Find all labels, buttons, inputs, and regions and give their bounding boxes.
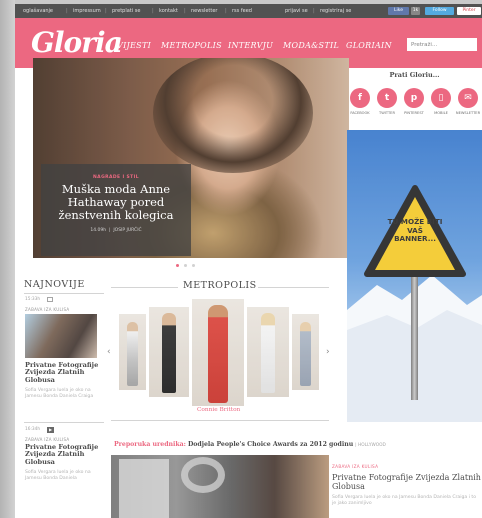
- hero-meta: 14.09h | JOSIP JURČIĆ: [90, 228, 142, 233]
- slider-dot[interactable]: [184, 264, 187, 267]
- topbar-separator: |: [152, 8, 154, 14]
- newsletter-label: NEWSLETTER: [455, 111, 481, 115]
- browser-page: oglašavanje | impressum | pretplati se |…: [15, 4, 482, 518]
- top-utility-bar: oglašavanje | impressum | pretplati se |…: [15, 4, 482, 18]
- banner-text: TU MOŽE BITI VAŠ BANNER...: [387, 217, 443, 243]
- topbar-separator: |: [105, 8, 107, 14]
- divider: [24, 293, 104, 294]
- topbar-link-pretplati[interactable]: pretplati se: [112, 4, 140, 18]
- najnovije-title: NAJNOVIJE: [24, 279, 85, 290]
- editor-pick-headline[interactable]: Dodjela People's Choice Awards za 2012 g…: [188, 441, 353, 448]
- pinterest-label: PINTEREST: [404, 111, 424, 115]
- gallery-prev-button[interactable]: ‹: [107, 347, 111, 357]
- twitter-label: TWITTER: [379, 111, 395, 115]
- news-summary: Sofia Vergara luela je oko na Jamesu Bon…: [25, 470, 91, 481]
- news-time: 15:33h: [25, 297, 41, 302]
- slider-dot[interactable]: [192, 264, 195, 267]
- nav-item-metropolis[interactable]: METROPOLIS: [161, 41, 222, 50]
- facebook-label: FACEBOOK: [350, 111, 370, 115]
- promo-image-detail: [119, 459, 169, 518]
- topbar-link-oglasavanje[interactable]: oglašavanje: [23, 4, 53, 18]
- pinterest-button[interactable]: Pinter: [457, 7, 481, 15]
- pinterest-icon[interactable]: p: [404, 88, 424, 108]
- topbar-separator: |: [66, 8, 68, 14]
- hero-photo-detail: [153, 58, 313, 173]
- promo-category: ZABAVA IZA KULISA: [332, 464, 379, 469]
- mobile-icon[interactable]: ▯: [431, 88, 451, 108]
- news-category: ZABAVA IZA KULISA: [25, 437, 70, 442]
- facebook-like-button[interactable]: Like: [388, 7, 409, 15]
- news-summary: Sofia Vergara luela je oko na Jamesu Bon…: [25, 388, 94, 399]
- divider: [258, 287, 329, 288]
- topbar-separator: |: [225, 8, 227, 14]
- page-shadow: [0, 0, 15, 518]
- nav-item-moda-stil[interactable]: MODA&STIL: [283, 41, 339, 50]
- news-title[interactable]: Privatne Fotografije Zvijezda Zlatnih Gl…: [25, 443, 103, 466]
- divider: [111, 287, 178, 288]
- like-count: 1k: [411, 7, 420, 15]
- search-input[interactable]: [407, 38, 477, 51]
- news-category: ZABAVA IZA KULISA: [25, 307, 70, 312]
- news-title[interactable]: Privatne Fotografije Zvijezda Zlatnih Gl…: [25, 361, 103, 384]
- metropolis-title: METROPOLIS: [183, 280, 257, 291]
- gallery-photo[interactable]: [292, 314, 319, 390]
- facebook-icon[interactable]: f: [350, 88, 370, 108]
- video-icon: ▶: [47, 427, 54, 433]
- slider-dot-active[interactable]: [176, 264, 179, 267]
- gallery-photo[interactable]: [119, 314, 146, 390]
- topbar-separator: |: [184, 8, 186, 14]
- hero-kicker: NAGRADE I STIL: [93, 175, 139, 180]
- hero-author: JOSIP JURČIĆ: [113, 228, 142, 233]
- promo-image-detail: [181, 457, 225, 493]
- editor-pick-label: Preporuka urednika:: [114, 441, 186, 448]
- topbar-link-impressum[interactable]: impressum: [73, 4, 101, 18]
- hero-date: 14.09h: [90, 228, 107, 233]
- site-logo[interactable]: Gloria: [31, 28, 123, 58]
- topbar-link-newsletter[interactable]: newsletter: [191, 4, 217, 18]
- gallery-photo-featured[interactable]: [192, 299, 244, 406]
- twitter-follow-button[interactable]: Follow: [425, 7, 454, 15]
- gallery-icon: [47, 297, 53, 302]
- follow-title: Prati Gloriu...: [389, 71, 440, 79]
- promo-title[interactable]: Privatne Fotografije Zvijezda Zlatnih Gl…: [332, 473, 482, 491]
- divider: [111, 420, 329, 421]
- hero-title[interactable]: Muška moda Anne Hathaway pored ženstveni…: [45, 183, 187, 222]
- topbar-separator: |: [313, 8, 315, 14]
- promo-image[interactable]: [111, 455, 329, 518]
- nav-item-gloriain[interactable]: GLORIAIN: [346, 41, 392, 50]
- nav-item-vijesti[interactable]: VIJESTI: [117, 41, 151, 50]
- banner-ad[interactable]: TU MOŽE BITI VAŠ BANNER...: [347, 130, 482, 422]
- register-link[interactable]: registriraj se: [320, 4, 351, 18]
- gallery-caption[interactable]: Connie Britton: [197, 407, 240, 413]
- login-link[interactable]: prijavi se: [285, 4, 308, 18]
- nav-item-intervju[interactable]: INTERVJU: [228, 41, 273, 50]
- divider: [24, 422, 104, 423]
- mobile-label: MOBILE: [434, 111, 448, 115]
- promo-summary: Sofia Vergara luela je oko na Jamesu Bon…: [332, 495, 477, 506]
- editor-pick-line: Preporuka urednika: Dodjela People's Cho…: [114, 441, 386, 448]
- newsletter-icon[interactable]: ✉: [458, 88, 478, 108]
- gallery-photo[interactable]: [149, 307, 189, 397]
- topbar-link-rss[interactable]: rss feed: [232, 4, 252, 18]
- gallery-photo[interactable]: [247, 307, 289, 397]
- news-thumbnail[interactable]: [25, 314, 97, 358]
- news-time: 16:34h: [25, 427, 41, 432]
- editor-pick-tag[interactable]: | HOLLYWOOD: [355, 443, 386, 448]
- hero-slide[interactable]: NAGRADE I STIL Muška moda Anne Hathaway …: [33, 58, 349, 258]
- twitter-icon[interactable]: t: [377, 88, 397, 108]
- topbar-link-kontakt[interactable]: kontakt: [159, 4, 178, 18]
- gallery-next-button[interactable]: ›: [326, 347, 330, 357]
